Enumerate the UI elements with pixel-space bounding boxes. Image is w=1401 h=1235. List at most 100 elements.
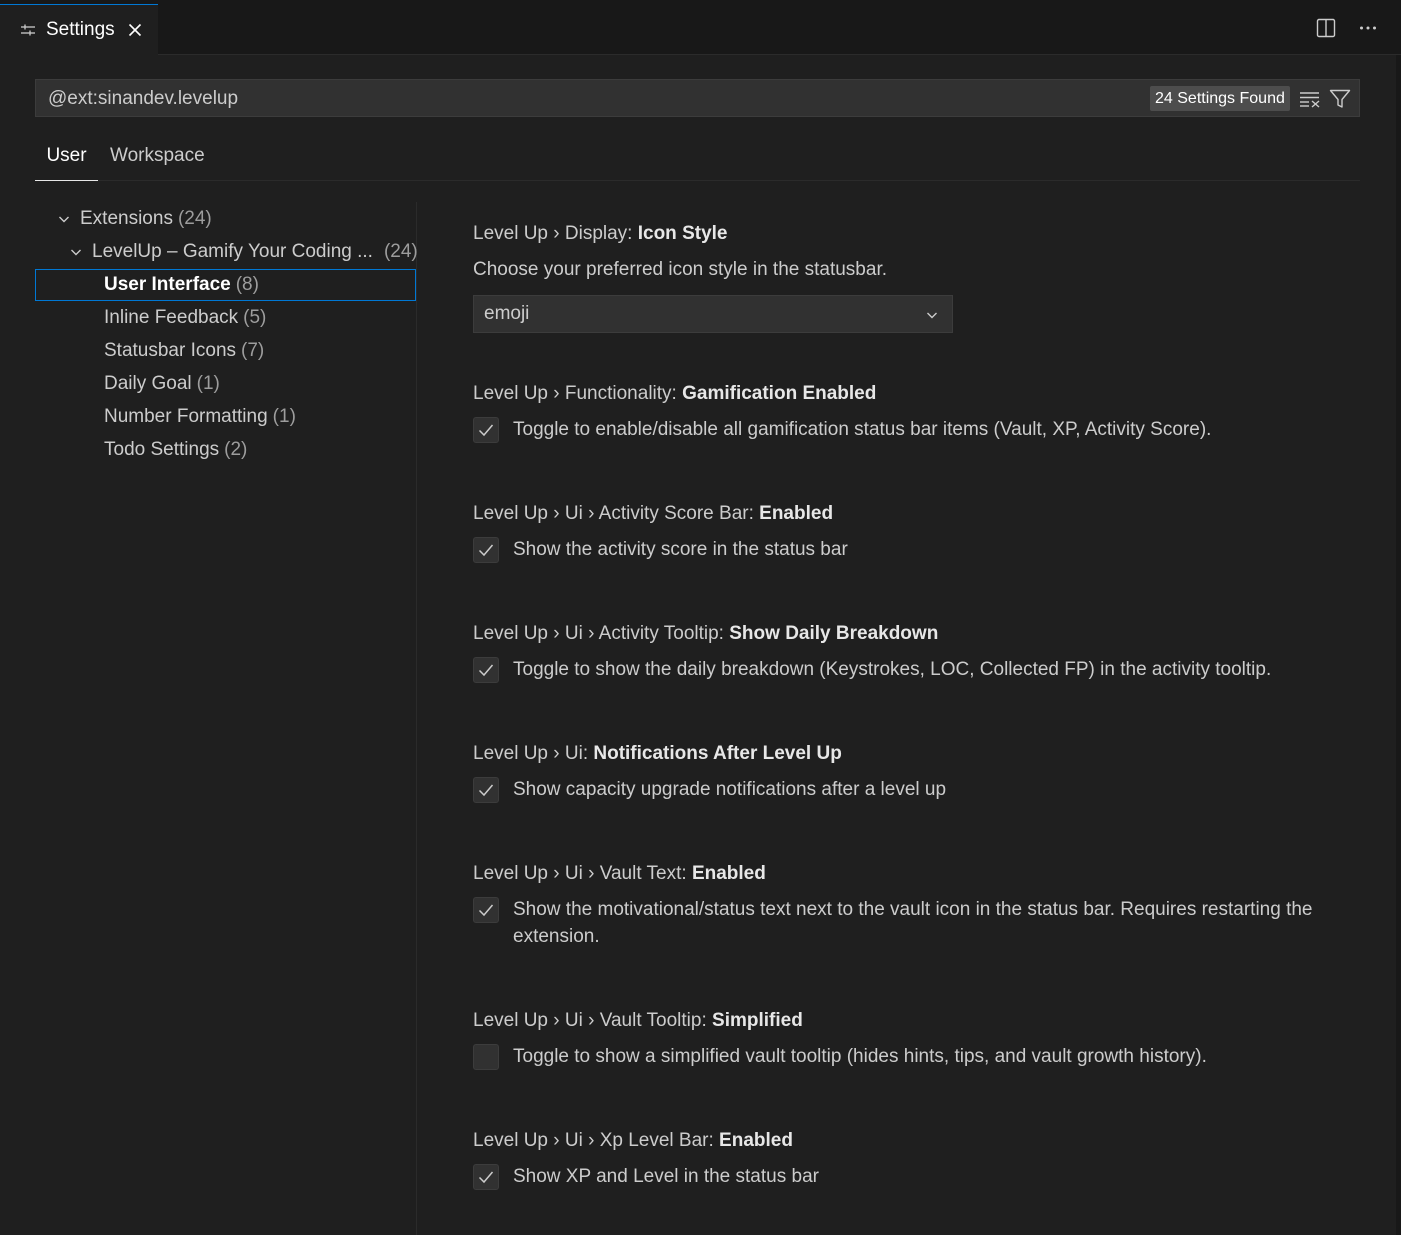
search-input[interactable] [46, 80, 1130, 118]
toc-label: Statusbar Icons [104, 339, 237, 361]
setting-title: Level Up › Ui › Vault Tooltip: Simplifie… [473, 1008, 1353, 1034]
checkbox[interactable] [473, 1164, 499, 1190]
settings-found-badge: 24 Settings Found [1150, 86, 1290, 111]
setting-notifications-after-level-up: Level Up › Ui: Notifications After Level… [473, 741, 1353, 803]
setting-title: Level Up › Ui › Activity Score Bar: Enab… [473, 501, 1353, 527]
toc-item-statusbar-icons[interactable]: Statusbar Icons (7) [104, 335, 264, 366]
setting-title: Level Up › Ui › Xp Level Bar: Enabled [473, 1128, 1353, 1154]
setting-category: Level Up › Display: [473, 223, 638, 244]
toc-label: Todo Settings [104, 438, 220, 460]
filter-button[interactable] [1328, 87, 1352, 111]
setting-description: Show XP and Level in the status bar [513, 1166, 819, 1187]
setting-category: Level Up › Ui › Activity Score Bar: [473, 503, 760, 524]
toc-item-extensions[interactable]: Extensions (24) [56, 203, 212, 234]
toc-count: (1) [196, 372, 220, 394]
setting-title: Level Up › Display: Icon Style [473, 221, 1353, 247]
setting-title: Level Up › Ui: Notifications After Level… [473, 741, 1353, 767]
setting-description: Show the activity score in the status ba… [513, 539, 848, 560]
toc-label: LevelUp – Gamify Your Coding ... [92, 240, 373, 262]
toc-count: (7) [241, 339, 265, 361]
toc-divider [416, 202, 417, 1235]
setting-vault-text: Level Up › Ui › Vault Text: Enabled Show… [473, 861, 1353, 950]
clear-filter-icon [1300, 92, 1320, 108]
toc-label: Extensions [80, 207, 173, 229]
toc-item-daily-goal[interactable]: Daily Goal (1) [104, 368, 220, 399]
setting-category: Level Up › Ui: [473, 743, 594, 764]
setting-name: Gamification Enabled [682, 383, 877, 404]
toc-label: Daily Goal [104, 372, 192, 394]
setting-description: Show the motivational/status text next t… [513, 899, 1313, 947]
checkbox[interactable] [473, 897, 499, 923]
chevron-down-icon [59, 216, 69, 222]
toc-item-number-formatting[interactable]: Number Formatting (1) [104, 401, 296, 432]
setting-category: Level Up › Functionality: [473, 383, 683, 404]
scrollbar-track[interactable] [1396, 55, 1401, 1235]
setting-activity-score-bar: Level Up › Ui › Activity Score Bar: Enab… [473, 501, 1353, 563]
setting-name: Enabled [759, 503, 834, 524]
settings-search-box: 24 Settings Found [35, 79, 1360, 118]
checkmark-icon [478, 1171, 494, 1184]
checkbox[interactable] [473, 1044, 499, 1070]
icon-style-select[interactable]: emoji [473, 295, 953, 333]
settings-tab[interactable]: Settings [0, 4, 158, 55]
ellipsis-icon [1360, 26, 1376, 30]
select-value: emoji [484, 303, 530, 324]
setting-name: Icon Style [637, 223, 728, 244]
setting-description: Toggle to enable/disable all gamificatio… [513, 419, 1212, 440]
split-editor-button[interactable] [1315, 17, 1337, 39]
toc-count: (24) [383, 240, 418, 262]
setting-category: Level Up › Ui › Vault Text: [473, 863, 692, 884]
setting-gamification-enabled: Level Up › Functionality: Gamification E… [473, 381, 1353, 443]
setting-description: Show capacity upgrade notifications afte… [513, 779, 947, 800]
checkmark-icon [478, 784, 494, 797]
setting-category: Level Up › Ui › Vault Tooltip: [473, 1010, 713, 1031]
checkmark-icon [478, 424, 494, 437]
setting-title: Level Up › Ui › Vault Text: Enabled [473, 861, 1353, 887]
filter-icon [1329, 89, 1351, 108]
toc-item-inline-feedback[interactable]: Inline Feedback (5) [104, 302, 266, 333]
editor-tab-bar: Settings [0, 0, 1401, 55]
settings-scope-tabs: User Workspace [35, 138, 1360, 181]
checkmark-icon [478, 904, 494, 917]
setting-category: Level Up › Ui › Xp Level Bar: [473, 1130, 720, 1151]
setting-description: Toggle to show a simplified vault toolti… [513, 1046, 1207, 1067]
toc-item-user-interface[interactable]: User Interface (8) [35, 269, 416, 301]
setting-xp-level-bar: Level Up › Ui › Xp Level Bar: Enabled Sh… [473, 1128, 1353, 1190]
toc-item-todo-settings[interactable]: Todo Settings (2) [104, 434, 247, 465]
checkmark-icon [478, 664, 494, 677]
setting-description: Choose your preferred icon style in the … [473, 259, 888, 280]
chevron-down-icon [927, 312, 937, 319]
setting-category: Level Up › Ui › Activity Tooltip: [473, 623, 730, 644]
setting-name: Enabled [691, 863, 766, 884]
setting-vault-tooltip: Level Up › Ui › Vault Tooltip: Simplifie… [473, 1008, 1353, 1070]
checkbox[interactable] [473, 537, 499, 563]
toc-count: (5) [243, 306, 267, 328]
toc-count: (1) [272, 405, 296, 427]
toc-label: Inline Feedback [104, 306, 239, 328]
tab-workspace[interactable]: Workspace [110, 138, 205, 180]
tab-user[interactable]: User [35, 138, 98, 181]
setting-name: Notifications After Level Up [593, 743, 842, 764]
split-editor-icon [1316, 18, 1336, 38]
close-icon[interactable] [127, 22, 143, 38]
setting-title: Level Up › Ui › Activity Tooltip: Show D… [473, 621, 1353, 647]
more-actions-button[interactable] [1357, 17, 1379, 39]
toc-count: (2) [224, 438, 248, 460]
setting-name: Show Daily Breakdown [729, 623, 939, 644]
tab-title: Settings [46, 19, 115, 40]
checkbox[interactable] [473, 417, 499, 443]
settings-sliders-icon [21, 24, 35, 36]
setting-activity-tooltip: Level Up › Ui › Activity Tooltip: Show D… [473, 621, 1353, 683]
toc-label: Number Formatting [104, 405, 268, 427]
checkbox[interactable] [473, 777, 499, 803]
toc-item-levelup[interactable]: LevelUp – Gamify Your Coding ... (24) [68, 236, 418, 267]
clear-filter-button[interactable] [1298, 87, 1322, 111]
chevron-down-icon [71, 249, 81, 255]
setting-icon-style: Level Up › Display: Icon Style Choose yo… [473, 221, 1353, 333]
toc-count: (24) [177, 207, 212, 229]
setting-title: Level Up › Functionality: Gamification E… [473, 381, 1353, 407]
setting-name: Simplified [712, 1010, 803, 1031]
setting-name: Enabled [719, 1130, 793, 1151]
checkbox[interactable] [473, 657, 499, 683]
setting-description: Toggle to show the daily breakdown (Keys… [513, 659, 1272, 680]
